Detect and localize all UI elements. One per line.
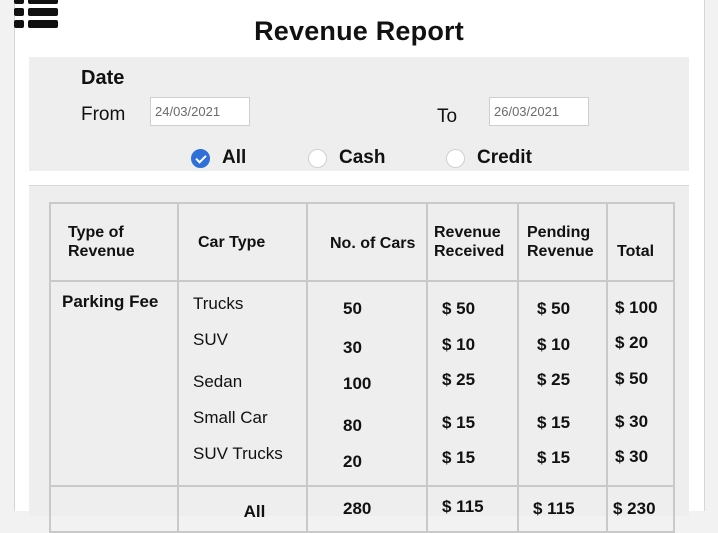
- total-row-total: $ 230: [606, 485, 675, 533]
- table-header-row: Type of Revenue Car Type No. of Cars Rev…: [49, 202, 675, 282]
- pending-value: $ 15: [537, 448, 571, 467]
- radio-option-all[interactable]: All: [191, 146, 246, 170]
- cars-value: 100: [343, 374, 372, 393]
- car-type-value: Sedan: [193, 372, 243, 391]
- table-total-row: All 280 $ 115 $ 115 $ 230: [49, 485, 675, 533]
- total-value: $ 30: [615, 412, 649, 431]
- pending-value: $ 15: [537, 413, 571, 432]
- received-value: $ 10: [442, 335, 476, 354]
- total-row-empty-cell: [49, 485, 179, 533]
- total-value: $ 20: [615, 333, 649, 352]
- revenue-table: Type of Revenue Car Type No. of Cars Rev…: [49, 202, 675, 533]
- total-row-pending: $ 115: [517, 485, 608, 533]
- column-header-cars: No. of Cars: [306, 202, 428, 282]
- car-type-cell: Trucks SUV Sedan Small Car SUV Trucks: [177, 280, 308, 487]
- date-label: Date: [81, 67, 125, 89]
- date-filter-panel: Date From 24/03/2021 To 26/03/2021 All C…: [29, 57, 689, 171]
- pending-value: $ 50: [537, 299, 571, 318]
- car-type-value: Small Car: [193, 408, 268, 427]
- pending-cell: $ 50 $ 10 $ 25 $ 15 $ 15: [517, 280, 608, 487]
- total-value: $ 100: [615, 298, 658, 317]
- radio-label-all: All: [222, 147, 247, 168]
- received-cell: $ 50 $ 10 $ 25 $ 15 $ 15: [426, 280, 519, 487]
- pending-value: $ 10: [537, 335, 571, 354]
- page-title: Revenue Report: [254, 16, 464, 46]
- to-date-input[interactable]: 26/03/2021: [489, 97, 589, 126]
- cars-value: 50: [343, 299, 362, 318]
- car-type-value: SUV Trucks: [193, 444, 283, 463]
- from-label: From: [81, 104, 126, 125]
- from-date-input[interactable]: 24/03/2021: [150, 97, 250, 126]
- cars-value: 30: [343, 338, 362, 357]
- radio-option-credit[interactable]: Credit: [446, 146, 532, 170]
- total-value: $ 30: [615, 447, 649, 466]
- received-value: $ 50: [442, 299, 476, 318]
- radio-option-cash[interactable]: Cash: [308, 146, 385, 170]
- cars-cell: 50 30 100 80 20: [306, 280, 428, 487]
- cars-value: 80: [343, 416, 362, 435]
- radio-checked-icon[interactable]: [191, 148, 210, 168]
- car-type-value: Trucks: [193, 294, 244, 313]
- column-header-total: Total: [606, 202, 675, 282]
- column-header-car-type: Car Type: [177, 202, 308, 282]
- radio-label-cash: Cash: [339, 147, 386, 168]
- total-cell: $ 100 $ 20 $ 50 $ 30 $ 30: [606, 280, 675, 487]
- cars-value: 20: [343, 452, 362, 471]
- column-header-received: Revenue Received: [426, 202, 519, 282]
- total-value: $ 50: [615, 369, 649, 388]
- total-row-cars: 280: [306, 485, 428, 533]
- to-label: To: [437, 106, 458, 127]
- table-body-row: Parking Fee Trucks SUV Sedan Small Car S…: [49, 280, 675, 487]
- total-row-received: $ 115: [426, 485, 519, 533]
- pending-value: $ 25: [537, 370, 571, 389]
- received-value: $ 25: [442, 370, 476, 389]
- column-header-pending: Pending Revenue: [517, 202, 608, 282]
- car-type-value: SUV: [193, 330, 228, 349]
- revenue-type-value: Parking Fee: [62, 292, 159, 311]
- radio-unchecked-icon[interactable]: [308, 148, 327, 168]
- received-value: $ 15: [442, 448, 476, 467]
- column-header-type: Type of Revenue: [49, 202, 179, 282]
- radio-unchecked-icon[interactable]: [446, 148, 465, 168]
- received-value: $ 15: [442, 413, 476, 432]
- revenue-type-cell: Parking Fee: [49, 280, 179, 487]
- total-row-label: All: [177, 485, 308, 533]
- radio-label-credit: Credit: [477, 147, 532, 168]
